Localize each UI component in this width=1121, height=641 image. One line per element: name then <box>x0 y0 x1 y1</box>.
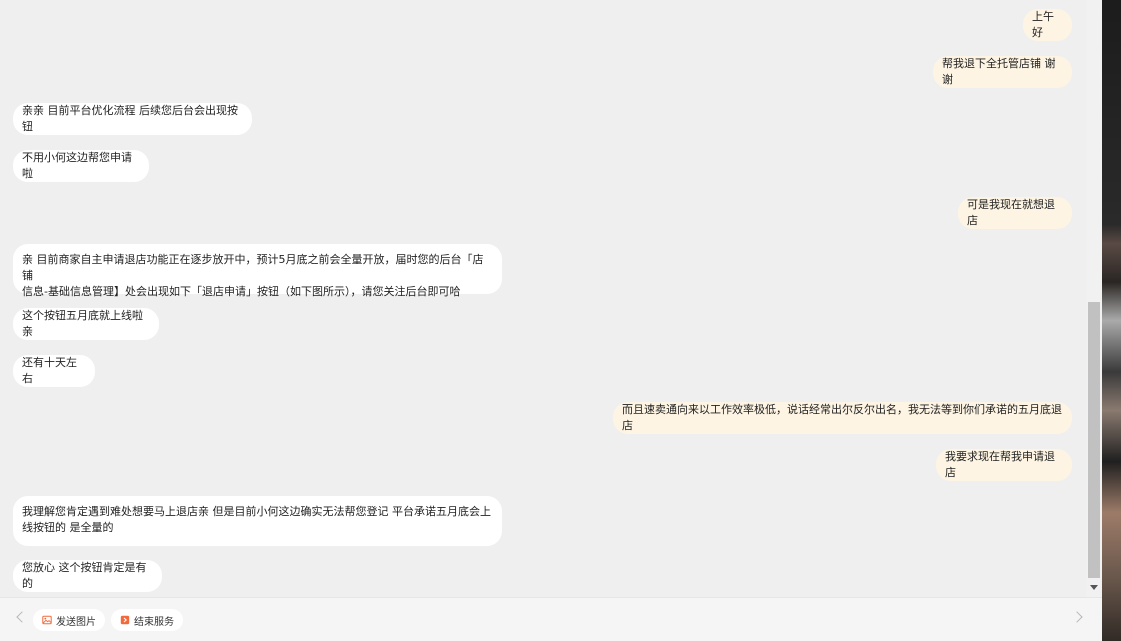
end-service-label: 结束服务 <box>134 616 174 628</box>
message-text: 帮我退下全托管店铺 谢谢 <box>942 57 1056 86</box>
message-bubble-outgoing: 可是我现在就想退店 <box>958 197 1072 229</box>
message-bubble-incoming: 还有十天左右 <box>13 355 95 387</box>
background-window-edge <box>1102 0 1121 641</box>
chat-scrollbar[interactable] <box>1086 0 1102 597</box>
scrollbar-thumb[interactable] <box>1088 302 1100 578</box>
message-bubble-outgoing: 我要求现在帮我申请退店 <box>936 449 1072 481</box>
message-bubble-outgoing: 而且速卖通向来以工作效率极低，说话经常出尔反尔出名，我无法等到你们承诺的五月底退… <box>613 402 1072 434</box>
message-text: 还有十天左右 <box>22 356 77 385</box>
message-text: 亲亲 目前平台优化流程 后续您后台会出现按钮 <box>22 104 238 133</box>
message-text: 您放心 这个按钮肯定是有的 <box>22 561 147 590</box>
end-service-button[interactable]: 结束服务 <box>111 609 183 631</box>
image-icon <box>42 615 52 625</box>
message-bubble-outgoing: 帮我退下全托管店铺 谢谢 <box>933 56 1072 88</box>
message-text-line: 线按钮的 是全量的 <box>22 521 114 534</box>
send-image-label: 发送图片 <box>56 616 96 628</box>
message-text: 我要求现在帮我申请退店 <box>945 450 1055 479</box>
message-bubble-incoming: 亲 目前商家自主申请退店功能正在逐步放开中，预计5月底之前会全量开放，届时您的后… <box>13 244 502 298</box>
chevron-left-icon[interactable] <box>16 611 28 623</box>
scroll-down-arrow-icon[interactable] <box>1090 585 1098 590</box>
chat-message-list[interactable]: 上午好 帮我退下全托管店铺 谢谢 亲亲 目前平台优化流程 后续您后台会出现按钮 … <box>0 0 1086 597</box>
message-text: 不用小何这边帮您申请啦 <box>22 151 132 180</box>
message-bubble-incoming: 这个按钮五月底就上线啦亲 <box>13 308 159 340</box>
chevron-right-icon[interactable] <box>1071 611 1083 623</box>
message-bubble-incoming: 您放心 这个按钮肯定是有的 <box>13 560 162 592</box>
message-text: 可是我现在就想退店 <box>967 198 1055 227</box>
message-bubble-incoming: 我理解您肯定遇到难处想要马上退店亲 但是目前小何这边确实无法帮您登记 平台承诺五… <box>13 496 502 546</box>
quick-action-toolbar: 发送图片 结束服务 <box>0 597 1102 641</box>
send-image-button[interactable]: 发送图片 <box>33 609 105 631</box>
message-text-line: 我理解您肯定遇到难处想要马上退店亲 但是目前小何这边确实无法帮您登记 平台承诺五… <box>22 505 491 518</box>
message-bubble-incoming: 不用小何这边帮您申请啦 <box>13 150 149 182</box>
message-bubble-incoming: 亲亲 目前平台优化流程 后续您后台会出现按钮 <box>13 103 252 135</box>
message-text: 这个按钮五月底就上线啦亲 <box>22 309 143 338</box>
exit-icon <box>120 615 130 625</box>
message-bubble-outgoing: 上午好 <box>1023 9 1072 41</box>
message-text-line: 亲 目前商家自主申请退店功能正在逐步放开中，预计5月底之前会全量开放，届时您的后… <box>22 253 484 282</box>
message-text: 上午好 <box>1032 10 1054 39</box>
message-text: 而且速卖通向来以工作效率极低，说话经常出尔反尔出名，我无法等到你们承诺的五月底退… <box>622 403 1062 432</box>
message-text-line: 信息-基础信息管理】处会出现如下「退店申请」按钮（如下图所示），请您关注后台即可… <box>22 285 461 298</box>
